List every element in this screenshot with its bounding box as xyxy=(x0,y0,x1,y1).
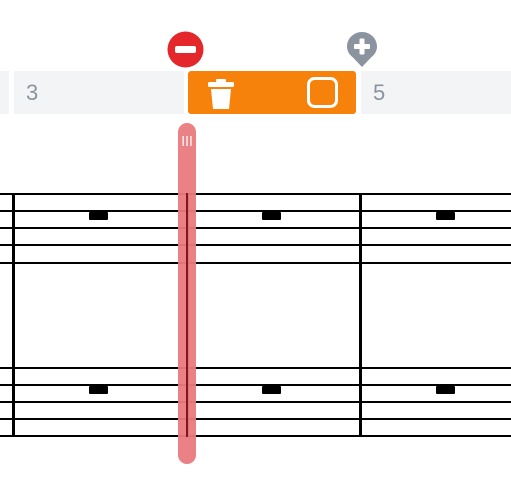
staff-line xyxy=(0,401,511,403)
staff-line xyxy=(0,262,511,264)
measure-5-label: 5 xyxy=(373,80,386,105)
staff-line xyxy=(0,435,511,437)
remove-measure-button[interactable] xyxy=(167,31,204,68)
whole-rest[interactable] xyxy=(89,386,108,394)
trash-icon xyxy=(208,79,234,109)
whole-rest[interactable] xyxy=(262,212,281,220)
plus-pin-icon xyxy=(347,32,377,67)
staff-line xyxy=(0,244,511,246)
staff-line xyxy=(0,367,511,369)
delete-measure-button[interactable] xyxy=(204,76,238,110)
whole-rest[interactable] xyxy=(436,212,455,220)
barline xyxy=(12,193,15,437)
barline xyxy=(359,193,362,437)
staff-line xyxy=(0,418,511,420)
add-measure-button[interactable] xyxy=(346,31,378,68)
measure-2-tab[interactable] xyxy=(0,71,9,114)
playhead-handle[interactable] xyxy=(178,123,196,464)
staff-line xyxy=(0,227,511,229)
measure-3-tab[interactable]: 3 xyxy=(14,71,184,114)
square-icon xyxy=(307,77,338,108)
staff-line xyxy=(0,193,511,195)
minus-circle-icon xyxy=(167,31,204,68)
measure-3-label: 3 xyxy=(26,80,39,105)
measure-5-tab[interactable]: 5 xyxy=(361,71,511,114)
staff-line xyxy=(0,210,511,212)
whole-rest[interactable] xyxy=(89,212,108,220)
selected-measure-4-tab[interactable] xyxy=(188,71,356,114)
playhead-line xyxy=(186,193,188,437)
select-measure-button[interactable] xyxy=(305,75,340,110)
whole-rest[interactable] xyxy=(262,386,281,394)
grip-icon xyxy=(182,136,192,146)
whole-rest[interactable] xyxy=(436,386,455,394)
staff-line xyxy=(0,384,511,386)
